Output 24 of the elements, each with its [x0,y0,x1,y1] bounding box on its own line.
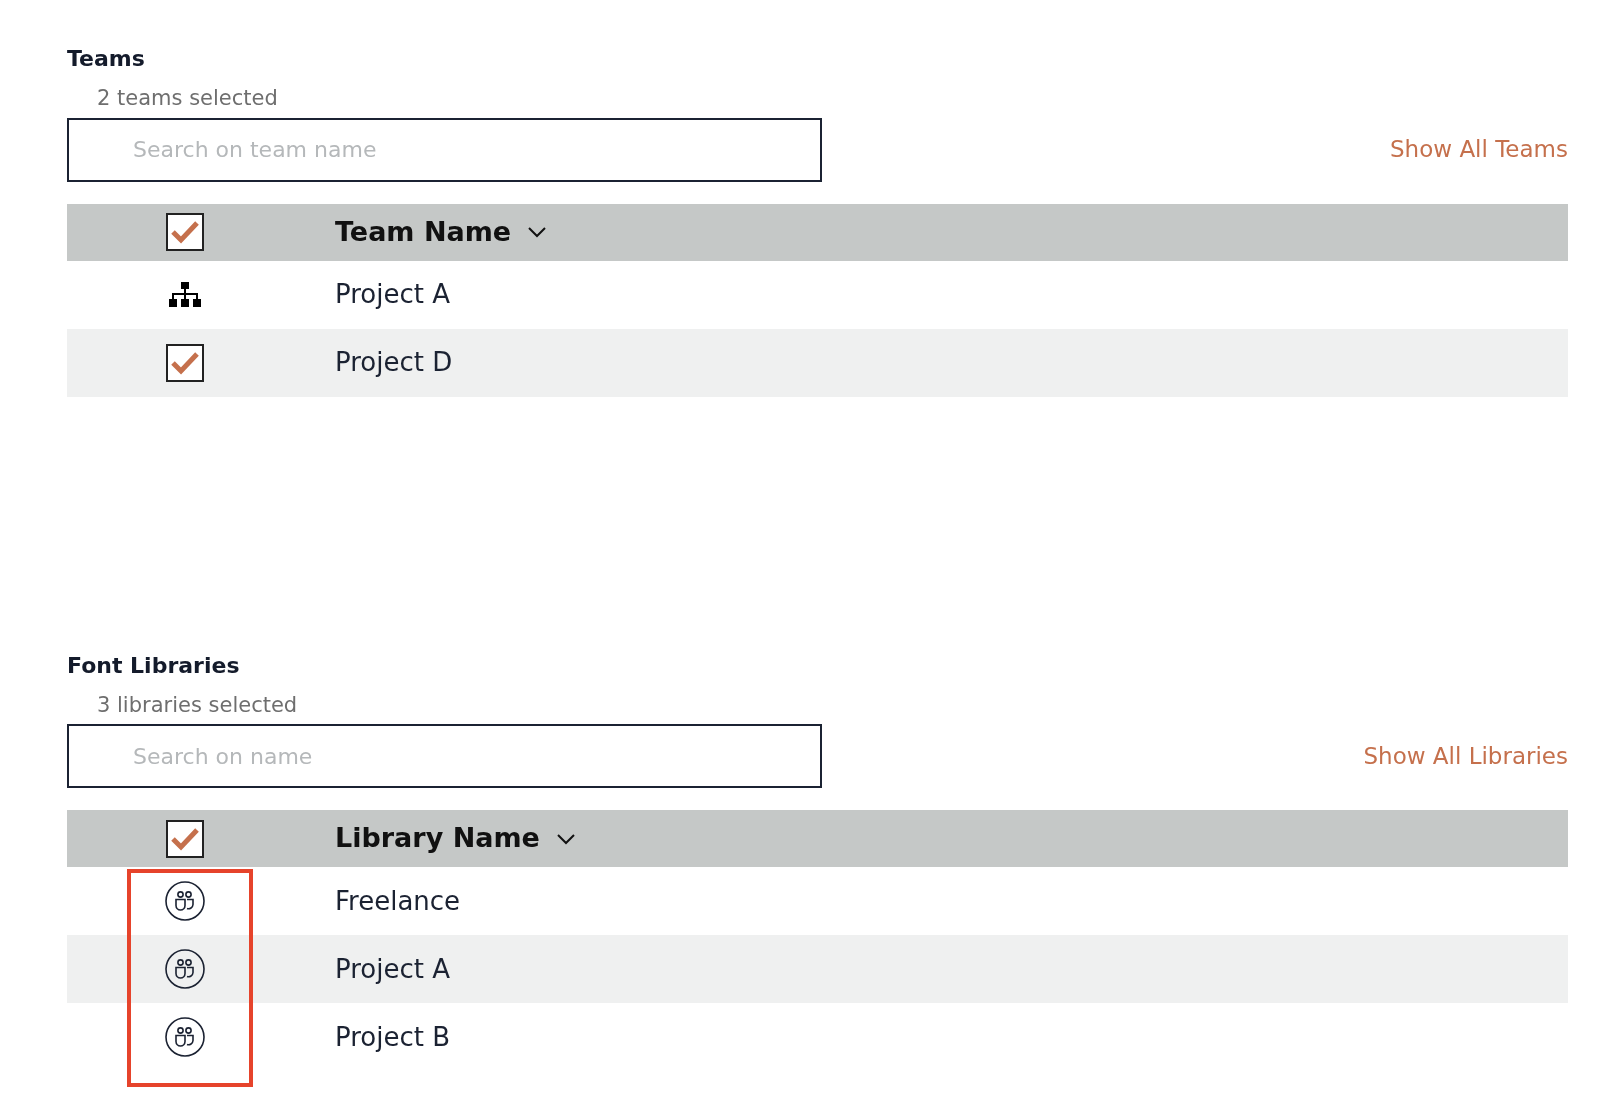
group-icon [165,1017,205,1058]
row-name: Freelance [335,885,461,916]
selection-count: 3 libraries selected [96,692,299,719]
search-field[interactable]: Search on name [67,724,822,789]
sort-header[interactable]: Team Name [335,211,548,253]
chevron-down-icon [527,226,548,239]
row-name: Project D [335,347,453,378]
sort-header[interactable]: Library Name [335,818,576,859]
section-title: Teams [67,46,146,73]
search-field[interactable]: Search on team name [67,117,822,182]
checkbox[interactable] [166,343,204,382]
chevron-down-icon [555,832,576,845]
selection-count: 2 teams selected [96,86,279,112]
section-title: Font Libraries [67,652,241,679]
row-name: Project A [335,279,450,310]
row-name: Project B [335,1021,451,1052]
group-icon [165,949,205,990]
checkbox[interactable] [166,819,204,858]
show-all-link[interactable]: Show All Libraries [1363,738,1568,774]
checkbox[interactable] [166,213,204,252]
show-all-link[interactable]: Show All Teams [1390,132,1568,167]
group-icon [165,881,205,922]
org-chart-icon [169,281,201,308]
row-name: Project A [335,953,450,984]
